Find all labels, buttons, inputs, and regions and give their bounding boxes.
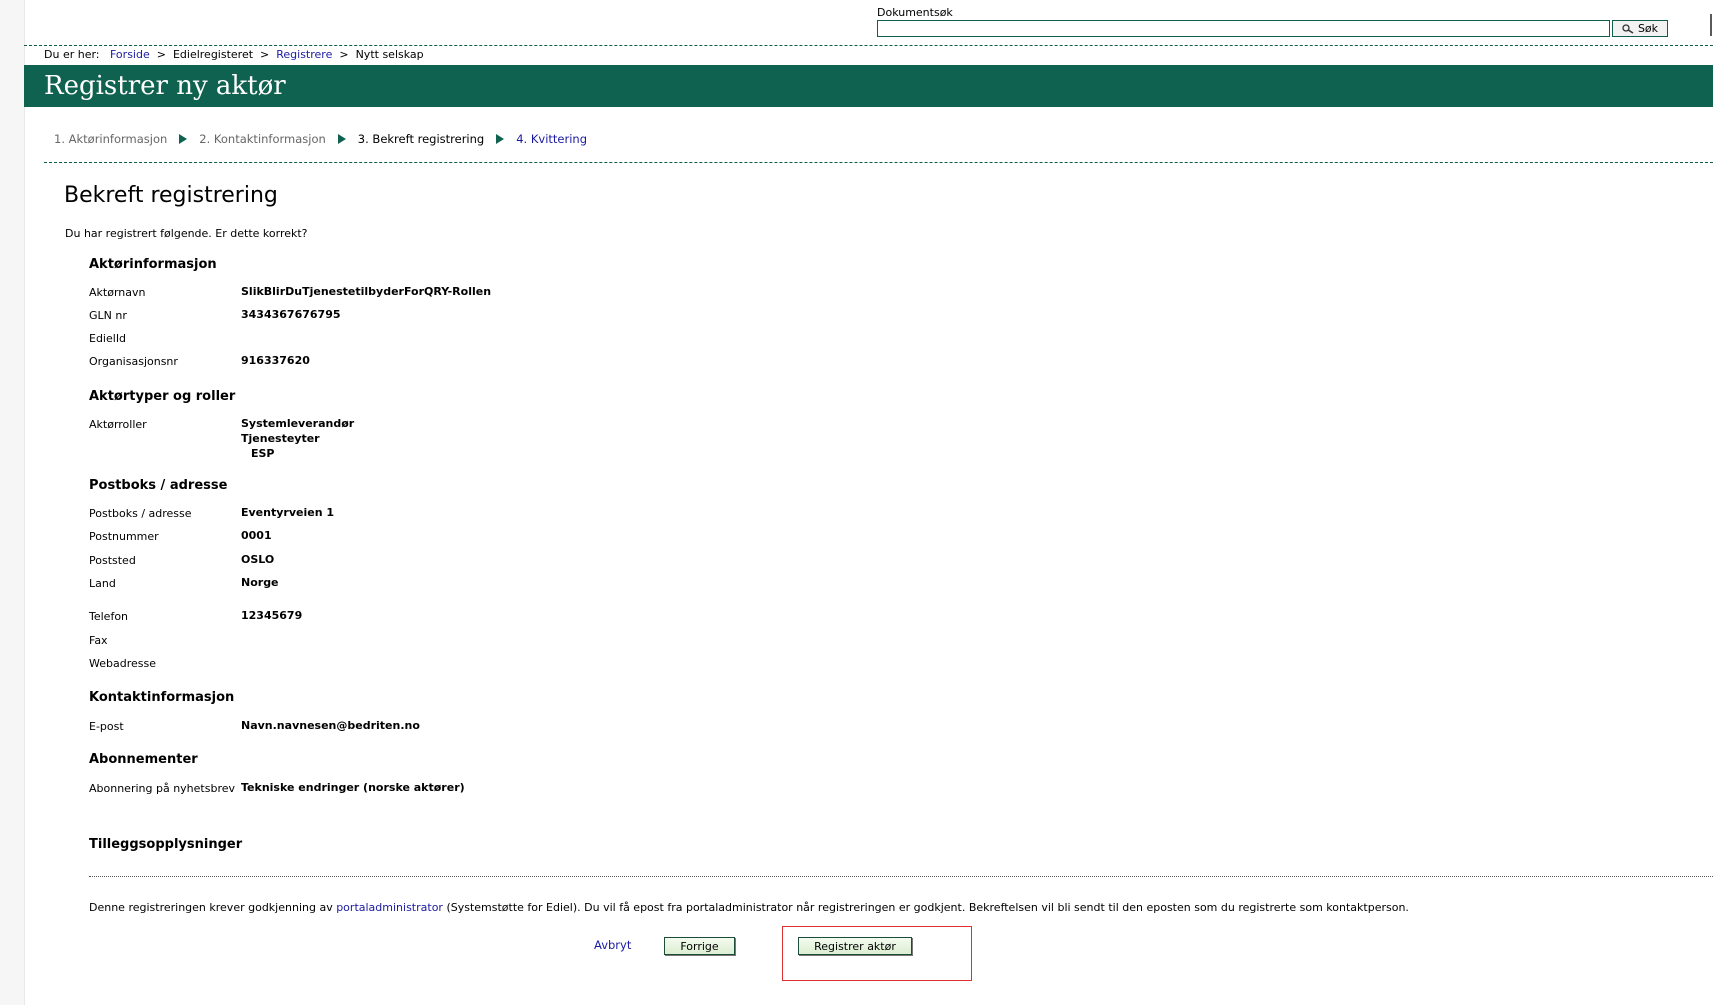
field-label: GLN nr [89,309,127,322]
chevron-right-icon [337,134,346,144]
section-heading-aktortyper: Aktørtyper og roller [89,389,236,404]
search-row: Søk [877,20,1668,37]
page-header-title: Registrer ny aktør [44,71,286,101]
field-label: Fax [89,634,108,647]
portaladministrator-link[interactable]: portaladministrator [336,901,443,914]
breadcrumb-item-edielregisteret: Edielregisteret [172,48,254,61]
breadcrumb-separator: > [260,48,270,61]
top-divider [24,45,1713,46]
section-heading-aktorinformasjon: Aktørinformasjon [89,257,217,272]
page-title: Bekreft registrering [64,183,278,208]
section-heading-abonnementer: Abonnementer [89,752,198,767]
field-label: Webadresse [89,657,156,670]
breadcrumb-current: Nytt selskap [355,48,424,61]
field-label: Land [89,577,116,590]
previous-button[interactable]: Forrige [664,937,735,955]
steps-divider [44,162,1713,163]
notice-text-before: Denne registreringen krever godkjenning … [89,901,337,914]
role-value: Tjenesteyter [241,432,320,445]
field-value-adresse: Eventyrveien 1 [241,506,335,519]
step-kontaktinformasjon: 2. Kontaktinformasjon [199,132,326,146]
breadcrumb-link-registrere[interactable]: Registrere [276,48,332,61]
approval-notice: Denne registreringen krever godkjenning … [89,901,1409,914]
search-input[interactable] [877,20,1610,37]
field-label: Postnummer [89,530,159,543]
step-kvittering: 4. Kvittering [516,132,587,146]
field-value-nyhetsbrev: Tekniske endringer (norske aktører) [241,781,465,794]
highlight-box [782,926,972,981]
role-value-sub: ESP [251,447,275,460]
section-heading-kontaktinformasjon: Kontaktinformasjon [89,690,235,705]
breadcrumb-separator: > [156,48,166,61]
bottom-divider [89,876,1713,877]
breadcrumb-separator: > [339,48,349,61]
field-label: Telefon [89,610,129,623]
field-label: Postboks / adresse [89,507,192,520]
wizard-steps: 1. Aktørinformasjon 2. Kontaktinformasjo… [54,132,587,146]
chevron-right-icon [179,134,188,144]
field-label: Organisasjonsnr [89,355,178,368]
field-value-organisasjonsnr: 916337620 [241,354,310,367]
step-aktorinformasjon: 1. Aktørinformasjon [54,132,168,146]
field-label: Aktørnavn [89,286,146,299]
breadcrumb-prefix: Du er her: [44,48,100,61]
step-bekreft-registrering: 3. Bekreft registrering [357,132,485,146]
search-label: Dokumentsøk [877,6,953,19]
right-edge-line [1710,14,1712,36]
field-label: E-post [89,720,124,733]
field-label: Abonnering på nyhetsbrev [89,782,236,795]
intro-text: Du har registrert følgende. Er dette kor… [65,227,308,240]
section-heading-tilleggsopplysninger: Tilleggsopplysninger [89,837,243,852]
field-value-postnummer: 0001 [241,529,272,542]
field-value-poststed: OSLO [241,553,275,566]
field-label: EdielId [89,332,127,345]
field-value-aktornavn: SlikBlirDuTjenestetilbyderForQRY-Rollen [241,285,492,298]
breadcrumb: Du er her: Forside > Edielregisteret > R… [44,48,424,61]
role-value: Systemleverandør [241,417,355,430]
search-button[interactable]: Søk [1612,20,1668,37]
left-gutter [0,0,25,1005]
search-icon [1622,23,1634,34]
search-button-label: Søk [1637,22,1659,35]
chevron-right-icon [496,134,505,144]
notice-text-after: (Systemstøtte for Ediel). Du vil få epos… [442,901,1409,914]
field-value-gln: 3434367676795 [241,308,341,321]
field-value-telefon: 12345679 [241,609,303,622]
field-label: Poststed [89,554,136,567]
document-search: Dokumentsøk Søk [877,6,1668,37]
field-value-land: Norge [241,576,279,589]
cancel-link[interactable]: Avbryt [594,938,631,952]
field-value-epost: Navn.navnesen@bedriten.no [241,719,420,732]
breadcrumb-link-forside[interactable]: Forside [110,48,150,61]
header-bar: Registrer ny aktør [24,65,1713,107]
section-heading-adresse: Postboks / adresse [89,478,228,493]
field-label: Aktørroller [89,418,147,431]
